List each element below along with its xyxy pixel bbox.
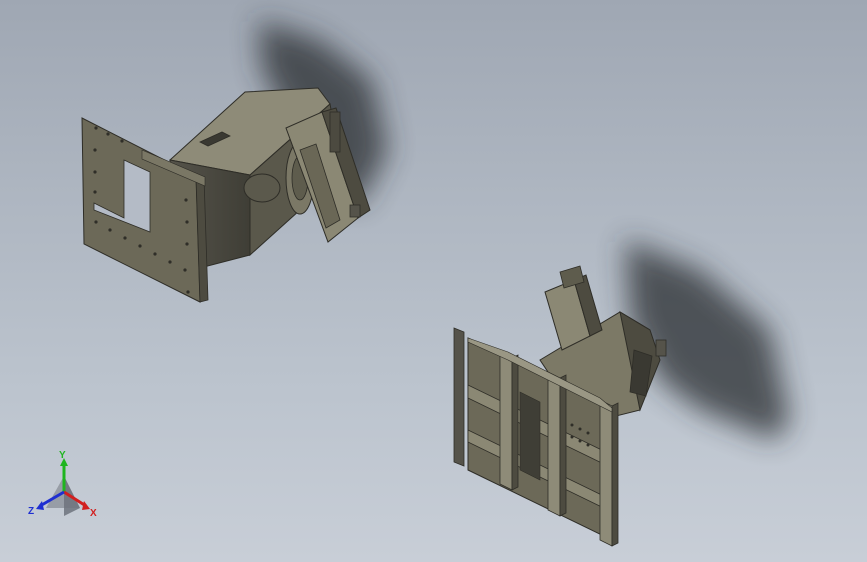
cad-viewport[interactable]: Y X Z [0, 0, 867, 562]
z-axis-label: Z [28, 506, 34, 517]
orientation-triad[interactable]: Y X Z [24, 446, 104, 526]
y-axis-label: Y [59, 450, 66, 461]
x-axis-label: X [90, 508, 97, 519]
model-scene[interactable] [0, 0, 867, 562]
clamp-attachment-upper[interactable] [81, 87, 371, 303]
